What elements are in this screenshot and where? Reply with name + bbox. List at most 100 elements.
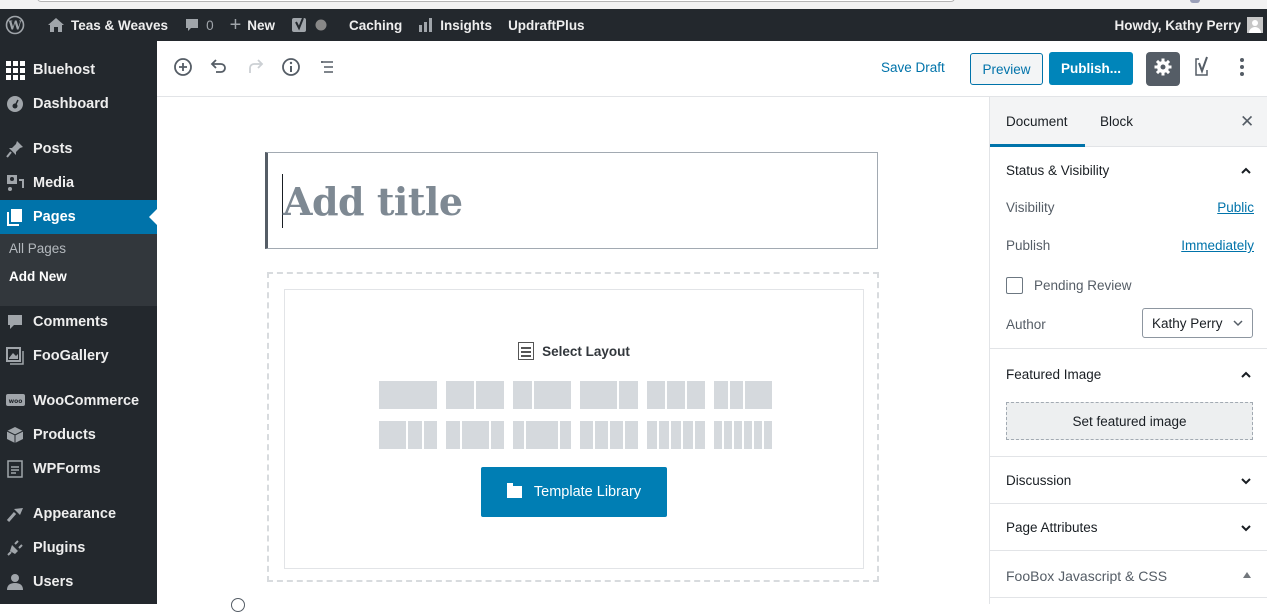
layout-column: [446, 381, 474, 409]
home-icon: [47, 17, 65, 33]
sidebar-item-bluehost[interactable]: Bluehost: [0, 53, 157, 87]
forms-icon: [5, 459, 25, 479]
list-icon: [317, 57, 337, 82]
dashboard-icon: [5, 94, 25, 114]
layout-option[interactable]: [647, 421, 705, 449]
post-title-field[interactable]: Add title: [265, 152, 878, 249]
sidebar-item-media[interactable]: Media: [0, 166, 157, 200]
yoast-seo-button[interactable]: [1191, 56, 1215, 81]
layout-option[interactable]: [446, 381, 504, 409]
layout-icon: [518, 342, 535, 360]
layout-column: [533, 381, 571, 409]
layout-column: [745, 381, 772, 409]
layout-option[interactable]: [379, 381, 437, 409]
foobox-toggle[interactable]: FooBox Javascript & CSS: [1006, 568, 1167, 584]
layout-column: [379, 421, 406, 449]
page-attributes-panel[interactable]: Page Attributes: [990, 504, 1267, 551]
template-library-button[interactable]: Template Library: [481, 467, 667, 517]
layout-column: [695, 421, 705, 449]
insights-link[interactable]: Insights: [410, 9, 500, 41]
layout-column: [734, 421, 742, 449]
sidebar-item-foogallery[interactable]: FooGallery: [0, 339, 157, 373]
layout-option[interactable]: [513, 381, 571, 409]
visibility-link[interactable]: Public: [1217, 200, 1254, 215]
block-navigation-button[interactable]: [315, 57, 339, 81]
layout-column: [423, 421, 437, 449]
folder-icon: [506, 483, 522, 498]
pin-icon: [5, 139, 25, 159]
updraftplus-link[interactable]: UpdraftPlus: [500, 9, 593, 41]
sidebar-item-plugins[interactable]: Plugins: [0, 531, 157, 565]
browser-extension-icon[interactable]: [1190, 0, 1200, 3]
sidebar-item-users[interactable]: Users: [0, 565, 157, 599]
yoast-menu[interactable]: [283, 9, 341, 41]
layout-option[interactable]: [446, 421, 504, 449]
author-label: Author: [1006, 317, 1046, 332]
undo-button[interactable]: [207, 57, 231, 81]
sidebar-item-wpforms[interactable]: WPForms: [0, 452, 157, 486]
caching-link[interactable]: Caching: [341, 9, 410, 41]
sidebar-item-woocommerce[interactable]: woo WooCommerce: [0, 384, 157, 418]
featured-image-toggle[interactable]: Featured Image: [1006, 367, 1101, 382]
layout-column: [461, 421, 489, 449]
visibility-label: Visibility: [1006, 200, 1055, 215]
pending-review-checkbox[interactable]: [1006, 277, 1023, 294]
triangle-up-icon[interactable]: [1243, 572, 1251, 578]
chevron-down-icon[interactable]: [1240, 522, 1252, 534]
submenu-all-pages[interactable]: All Pages: [9, 241, 66, 256]
layout-option[interactable]: [513, 421, 571, 449]
layout-option[interactable]: [379, 421, 437, 449]
tab-document[interactable]: Document: [1006, 114, 1068, 129]
layout-column: [580, 381, 618, 409]
comments-link[interactable]: 0: [176, 9, 222, 41]
sidebar-item-comments[interactable]: Comments: [0, 305, 157, 339]
redo-button[interactable]: [243, 57, 267, 81]
browser-address-bar[interactable]: [37, 0, 955, 2]
author-select[interactable]: Kathy Perry: [1142, 308, 1253, 338]
grid-icon: [5, 60, 25, 80]
sidebar-item-appearance[interactable]: Appearance: [0, 497, 157, 531]
wp-logo-button[interactable]: W: [0, 9, 39, 41]
layout-option[interactable]: [580, 381, 638, 409]
tab-block[interactable]: Block: [1100, 114, 1133, 129]
layout-column: [379, 381, 437, 409]
add-block-button[interactable]: [171, 57, 195, 81]
layout-column: [490, 421, 504, 449]
preview-button[interactable]: Preview: [970, 53, 1043, 85]
sidebar-item-pages[interactable]: Pages: [0, 200, 157, 234]
sidebar-item-products[interactable]: Products: [0, 418, 157, 452]
layout-option[interactable]: [714, 421, 772, 449]
publish-date-link[interactable]: Immediately: [1181, 238, 1254, 253]
chevron-up-icon[interactable]: [1240, 165, 1252, 177]
sidebar-item-dashboard[interactable]: Dashboard: [0, 87, 157, 121]
publish-button[interactable]: Publish...: [1049, 52, 1133, 85]
gear-icon: [1153, 57, 1173, 82]
submenu-add-new[interactable]: Add New: [9, 269, 67, 284]
layout-option[interactable]: [580, 421, 638, 449]
new-content-link[interactable]: + New: [222, 9, 283, 41]
foobox-panel[interactable]: FooBox Javascript & CSS: [990, 551, 1267, 598]
my-account-menu[interactable]: Howdy, Kathy Perry: [1106, 9, 1267, 41]
save-draft-button[interactable]: Save Draft: [881, 60, 945, 75]
status-visibility-toggle[interactable]: Status & Visibility: [1006, 163, 1109, 178]
close-icon[interactable]: ✕: [1240, 112, 1254, 132]
layout-block[interactable]: Select Layout Template Library: [267, 272, 879, 582]
content-info-button[interactable]: [279, 57, 303, 81]
block-inserter-icon[interactable]: [231, 598, 245, 612]
chevron-down-icon[interactable]: [1240, 475, 1252, 487]
discussion-toggle[interactable]: Discussion: [1006, 473, 1071, 488]
page-attributes-toggle[interactable]: Page Attributes: [1006, 520, 1098, 535]
layout-column: [714, 421, 722, 449]
user-icon: [5, 572, 25, 592]
site-name-link[interactable]: Teas & Weaves: [39, 9, 176, 41]
more-options-button[interactable]: [1232, 57, 1252, 81]
layout-option[interactable]: [714, 381, 772, 409]
settings-button[interactable]: [1146, 52, 1180, 86]
sidebar-item-posts[interactable]: Posts: [0, 132, 157, 166]
chevron-up-icon[interactable]: [1240, 369, 1252, 381]
discussion-panel[interactable]: Discussion: [990, 457, 1267, 504]
select-layout-label: Select Layout: [542, 343, 630, 359]
layout-option[interactable]: [647, 381, 705, 409]
set-featured-image-button[interactable]: Set featured image: [1006, 402, 1253, 440]
layout-column: [446, 421, 460, 449]
